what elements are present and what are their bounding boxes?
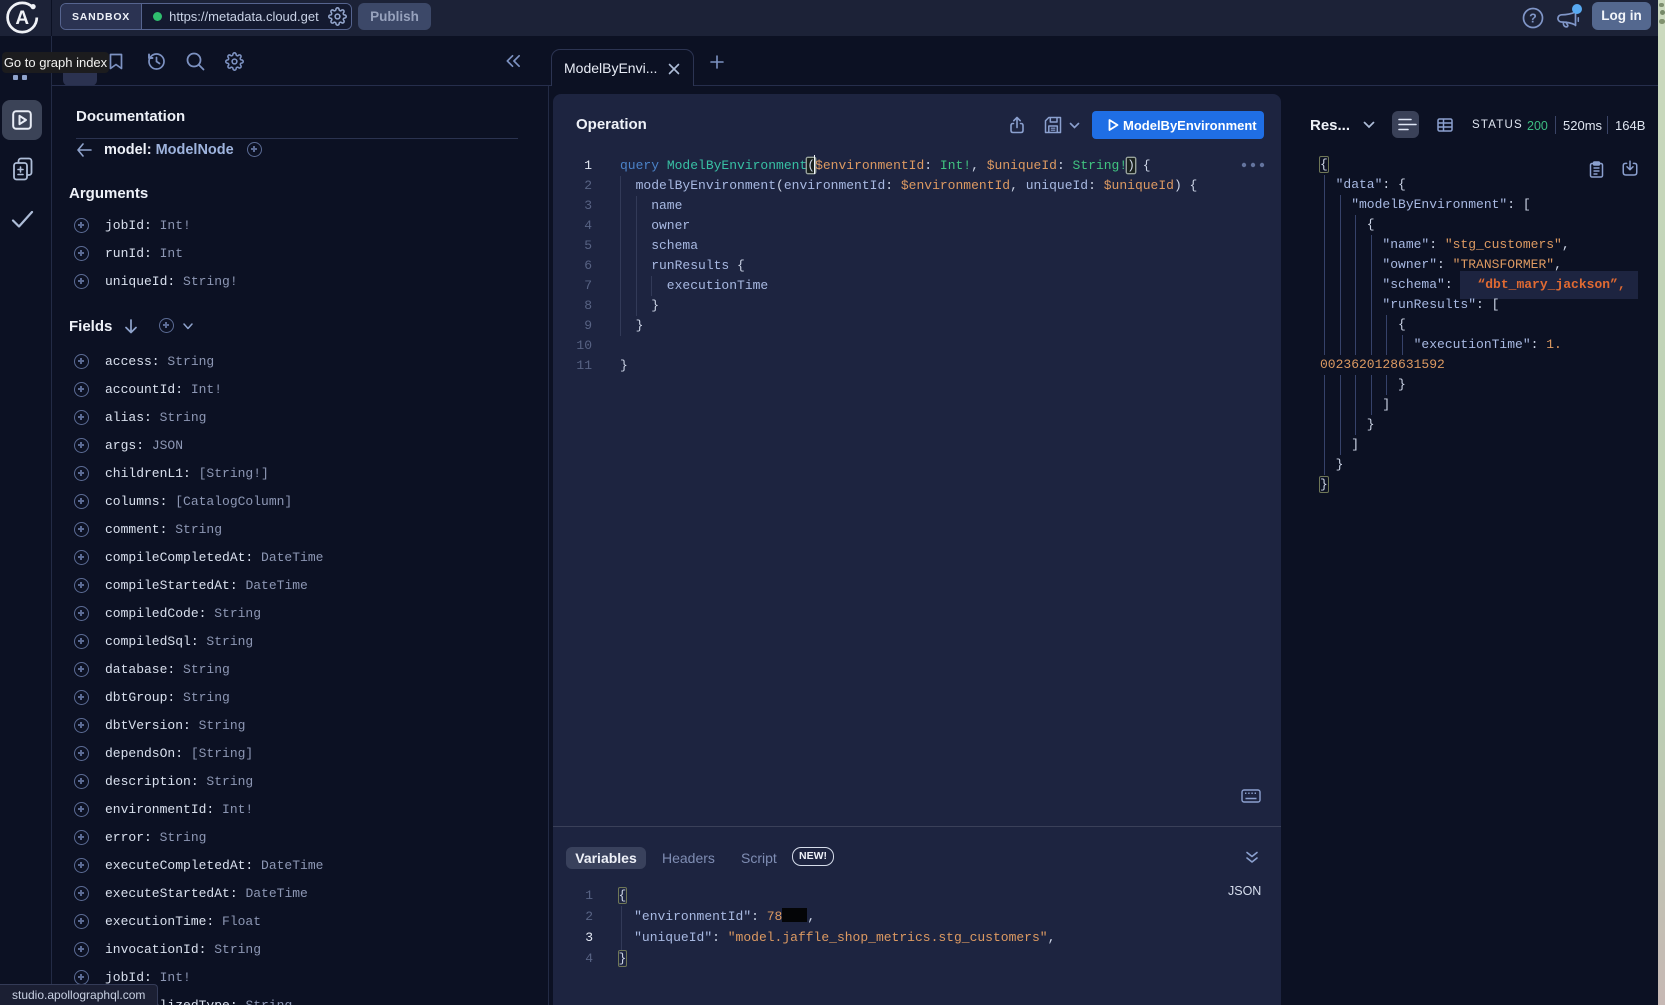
svg-text:A: A xyxy=(15,8,29,29)
svg-text:?: ? xyxy=(1529,12,1537,26)
